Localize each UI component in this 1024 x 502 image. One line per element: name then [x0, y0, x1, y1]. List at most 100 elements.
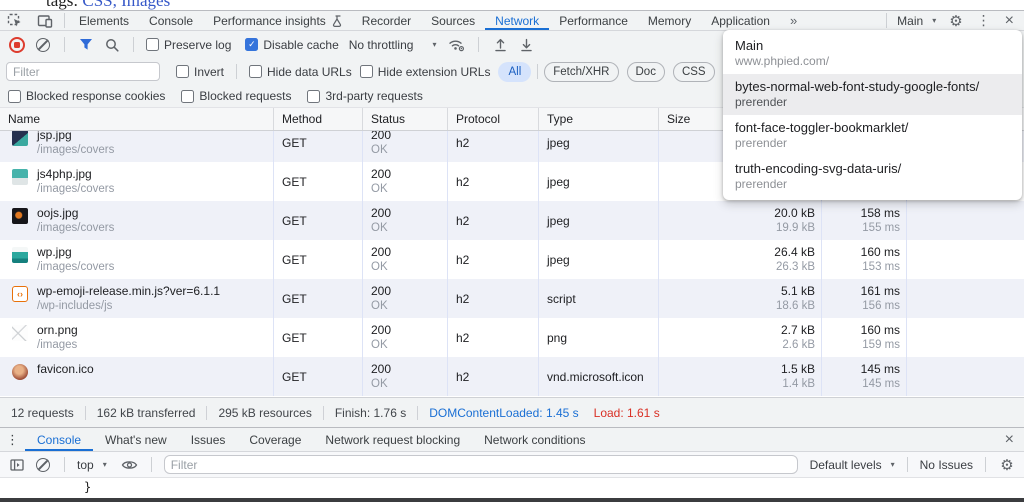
tab-memory[interactable]: Memory: [638, 11, 701, 30]
table-row[interactable]: ‹›wp-emoji-release.min.js?ver=6.1.1/wp-i…: [0, 279, 1024, 318]
record-network-log-button[interactable]: [8, 36, 26, 54]
more-vertical-icon: ⋮: [6, 432, 19, 447]
device-toolbar-icon: [37, 14, 53, 28]
console-sidebar-toggle-button[interactable]: [8, 456, 26, 474]
column-header-type[interactable]: Type: [539, 108, 659, 130]
settings-button[interactable]: ⚙: [942, 11, 969, 30]
drawer-tabbar: ⋮ Console What's new Issues Coverage Net…: [0, 427, 1024, 452]
image-thumbnail-icon: [12, 247, 28, 263]
checkbox-unchecked-icon: [360, 65, 373, 78]
column-header-protocol[interactable]: Protocol: [448, 108, 539, 130]
chevron-down-icon: ▾: [103, 460, 107, 469]
divider: [478, 37, 479, 52]
close-devtools-button[interactable]: ×: [998, 11, 1024, 30]
console-output-area[interactable]: }: [0, 478, 1024, 498]
tag-link-css[interactable]: CSS,: [82, 0, 117, 10]
device-toolbar-button[interactable]: [30, 11, 60, 30]
image-thumbnail-icon: [12, 208, 28, 224]
overflow-icon: »: [790, 13, 797, 28]
hide-data-urls-checkbox[interactable]: Hide data URLs: [249, 65, 352, 79]
table-row[interactable]: wp.jpg/images/covers GET 200OK h2 jpeg 2…: [0, 240, 1024, 279]
checkbox-unchecked-icon: [8, 90, 21, 103]
console-context-selector[interactable]: top ▾: [77, 458, 107, 472]
tab-performance-insights[interactable]: Performance insights: [203, 11, 352, 30]
table-row[interactable]: orn.png/images GET 200OK h2 png 2.7 kB2.…: [0, 318, 1024, 357]
create-live-expression-button[interactable]: [121, 456, 139, 474]
tab-console[interactable]: Console: [139, 11, 203, 30]
checkbox-unchecked-icon: [249, 65, 262, 78]
filter-chip-css[interactable]: CSS: [673, 62, 715, 82]
hide-extension-urls-checkbox[interactable]: Hide extension URLs: [360, 65, 491, 79]
filter-chip-doc[interactable]: Doc: [627, 62, 665, 82]
tab-performance[interactable]: Performance: [549, 11, 638, 30]
invert-checkbox[interactable]: Invert: [176, 65, 224, 79]
more-options-button[interactable]: ⋮: [970, 11, 998, 30]
export-har-button[interactable]: [517, 36, 535, 54]
drawer-tab-console[interactable]: Console: [25, 428, 93, 451]
blocked-response-cookies-checkbox[interactable]: Blocked response cookies: [8, 89, 165, 103]
drawer-more-tools-button[interactable]: ⋮: [0, 431, 25, 449]
more-tabs-button[interactable]: »: [780, 11, 807, 30]
console-levels-select[interactable]: Default levels ▾: [810, 458, 895, 472]
checkbox-checked-icon: ✓: [245, 38, 258, 51]
dropdown-item-prerender-3[interactable]: truth-encoding-svg-data-uris/ prerender: [723, 156, 1022, 197]
close-drawer-button[interactable]: ×: [1005, 431, 1024, 449]
script-file-icon: ‹›: [12, 286, 28, 302]
checkbox-unchecked-icon: [181, 90, 194, 103]
column-header-status[interactable]: Status: [363, 108, 448, 130]
clear-network-log-button[interactable]: [34, 36, 52, 54]
divider: [886, 13, 887, 28]
funnel-icon: [79, 38, 93, 51]
tab-network[interactable]: Network: [485, 11, 549, 30]
filter-chip-fetch-xhr[interactable]: Fetch/XHR: [544, 62, 618, 82]
finish-time: Finish: 1.76 s: [324, 406, 417, 420]
column-header-method[interactable]: Method: [274, 108, 363, 130]
chevron-down-icon: ▾: [891, 460, 895, 469]
drawer-tab-issues[interactable]: Issues: [179, 428, 238, 451]
filter-toggle-button[interactable]: [77, 36, 95, 54]
import-har-button[interactable]: [491, 36, 509, 54]
search-button[interactable]: [103, 36, 121, 54]
disable-cache-checkbox[interactable]: ✓ Disable cache: [245, 38, 338, 52]
filter-chip-all[interactable]: All: [498, 62, 531, 82]
download-icon: [520, 38, 533, 52]
third-party-requests-checkbox[interactable]: 3rd-party requests: [307, 89, 422, 103]
dropdown-item-prerender-1[interactable]: bytes-normal-web-font-study-google-fonts…: [723, 74, 1022, 115]
dropdown-item-prerender-2[interactable]: font-face-toggler-bookmarklet/ prerender: [723, 115, 1022, 156]
inspect-element-button[interactable]: [0, 11, 30, 30]
tag-link-images[interactable]: Images: [121, 0, 170, 10]
tab-elements[interactable]: Elements: [69, 11, 139, 30]
divider: [64, 13, 65, 28]
image-thumbnail-icon: [12, 169, 28, 185]
tab-recorder[interactable]: Recorder: [352, 11, 421, 30]
checkbox-unchecked-icon: [176, 65, 189, 78]
drawer-tab-coverage[interactable]: Coverage: [237, 428, 313, 451]
clear-console-button[interactable]: [34, 456, 52, 474]
issues-counter[interactable]: No Issues: [920, 458, 973, 472]
column-header-name[interactable]: Name: [0, 108, 274, 130]
tab-application[interactable]: Application: [701, 11, 780, 30]
waterfall-cell: [907, 201, 1024, 240]
target-context-selector[interactable]: Main▾: [891, 11, 942, 30]
console-settings-button[interactable]: ⚙: [998, 456, 1016, 474]
chevron-down-icon: ▾: [932, 16, 936, 25]
gear-icon: ⚙: [949, 12, 962, 30]
divider: [236, 64, 237, 79]
blocked-requests-checkbox[interactable]: Blocked requests: [181, 89, 291, 103]
preserve-log-checkbox[interactable]: Preserve log: [146, 38, 231, 52]
throttling-select[interactable]: No throttling ▾: [349, 38, 437, 52]
clear-icon: [36, 458, 50, 472]
drawer-tab-network-conditions[interactable]: Network conditions: [472, 428, 597, 451]
console-filter-input[interactable]: [164, 455, 798, 474]
table-row[interactable]: favicon.ico GET 200OK h2 vnd.microsoft.i…: [0, 357, 1024, 396]
dropdown-item-main[interactable]: Main www.phpied.com/: [723, 33, 1022, 74]
table-row[interactable]: oojs.jpg/images/covers GET 200OK h2 jpeg…: [0, 201, 1024, 240]
network-conditions-button[interactable]: [448, 36, 466, 54]
network-filter-input[interactable]: [6, 62, 160, 81]
tab-sources[interactable]: Sources: [421, 11, 485, 30]
waterfall-cell: [907, 279, 1024, 318]
drawer-tab-whats-new[interactable]: What's new: [93, 428, 179, 451]
upload-icon: [494, 38, 507, 52]
waterfall-cell: [907, 240, 1024, 279]
drawer-tab-network-request-blocking[interactable]: Network request blocking: [313, 428, 472, 451]
